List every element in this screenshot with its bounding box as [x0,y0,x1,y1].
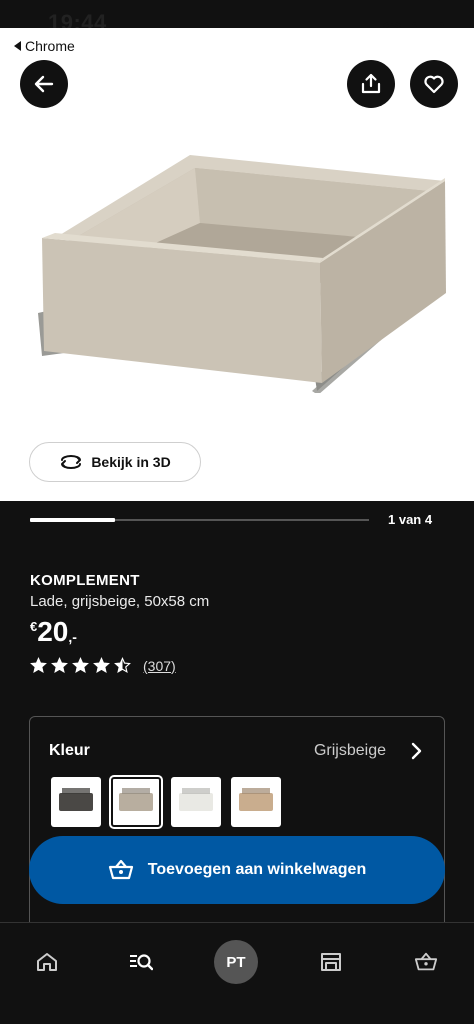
image-counter: 1 van 4 [388,512,433,527]
share-button[interactable] [347,60,395,108]
star-half-icon [114,657,131,674]
color-selector[interactable]: Kleur Grijsbeige [29,716,445,946]
product-gallery[interactable]: Chrome Bekijk in 3D [0,28,474,501]
back-button[interactable] [20,60,68,108]
star-full-icon [72,657,89,674]
color-swatch-grijsbeige[interactable] [109,775,163,829]
add-to-cart-label: Toevoegen aan winkelwagen [147,861,367,878]
drawer-thumbnail [59,793,93,811]
nav-profile[interactable]: PT [214,940,258,984]
review-count-link[interactable]: (307) [143,658,176,674]
product-image [38,155,446,393]
back-to-app-link[interactable]: Chrome [14,38,75,54]
color-swatch-donkergrijs[interactable] [51,777,101,827]
color-swatch-eikeneffect[interactable] [231,777,281,827]
star-full-icon [51,657,68,674]
nav-cart[interactable] [404,940,448,984]
view-in-3d-label: Bekijk in 3D [91,454,171,470]
product-price: € 20 ,- [30,617,77,647]
store-icon [321,953,341,971]
heart-icon [424,75,444,94]
selected-color-value[interactable]: Grijsbeige [314,742,386,760]
product-name: KOMPLEMENT [30,572,140,589]
status-bar: 19:44 [0,0,474,37]
chevron-right-icon[interactable] [406,741,426,761]
share-icon [361,73,381,94]
image-progress-fill [30,518,115,522]
view-in-3d-button[interactable]: Bekijk in 3D [29,442,201,482]
rotate-3d-icon [61,455,82,469]
drawer-thumbnail [119,793,153,811]
product-rating[interactable]: (307) [30,657,176,674]
color-swatch-wit[interactable] [171,777,221,827]
cart-icon [108,859,133,880]
product-description: Lade, grijsbeige, 50x58 cm [30,593,210,610]
image-progress-bar [30,518,369,522]
price-decimal: ,- [68,629,77,645]
nav-search[interactable] [119,940,163,984]
star-full-icon [30,657,47,674]
arrow-left-icon [34,75,54,93]
nav-store[interactable] [309,940,353,984]
search-icon [130,954,153,971]
price-integer: 20 [37,616,69,647]
color-swatch-list [51,775,281,829]
bottom-navigation: PT [0,922,474,1024]
star-full-icon [93,657,110,674]
back-app-label: Chrome [25,38,75,54]
color-label: Kleur [49,742,90,759]
nav-home[interactable] [25,940,69,984]
cart-icon [414,952,438,971]
home-icon [37,953,57,971]
back-triangle-icon [14,41,21,51]
drawer-thumbnail [239,793,273,811]
favorite-button[interactable] [410,60,458,108]
profile-initials: PT [226,953,246,971]
drawer-thumbnail [179,793,213,811]
add-to-cart-button[interactable]: Toevoegen aan winkelwagen [29,836,445,904]
price-currency: € [30,619,38,634]
